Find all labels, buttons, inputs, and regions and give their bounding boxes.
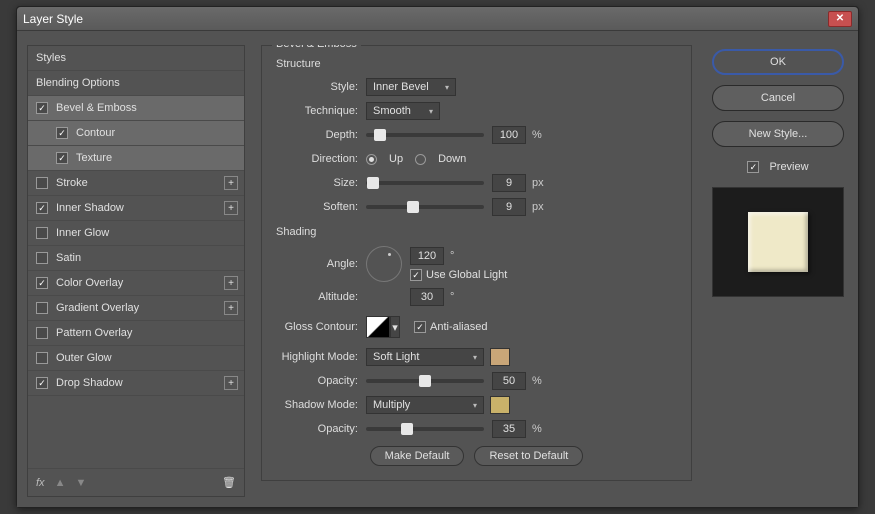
highlight-opacity-field[interactable]: 50 — [492, 372, 526, 390]
technique-label: Technique: — [272, 105, 366, 117]
angle-dial[interactable] — [366, 246, 402, 282]
chevron-down-icon[interactable]: ▾ — [390, 316, 400, 338]
soften-slider[interactable] — [366, 205, 484, 209]
checkbox-bevel[interactable] — [36, 102, 48, 114]
size-slider[interactable] — [366, 181, 484, 185]
preview-label: Preview — [769, 161, 808, 173]
styles-sidebar: Styles Blending Options Bevel & Emboss C… — [27, 45, 245, 497]
bevel-group: Bevel & Emboss Structure Style: Inner Be… — [261, 45, 692, 481]
checkbox-outer-glow[interactable] — [36, 352, 48, 364]
shadow-opacity-slider[interactable] — [366, 427, 484, 431]
sidebar-header-blending[interactable]: Blending Options — [28, 71, 244, 96]
checkbox-drop-shadow[interactable] — [36, 377, 48, 389]
dialog-body: Styles Blending Options Bevel & Emboss C… — [17, 31, 858, 507]
window-title: Layer Style — [23, 12, 828, 26]
preview-checkbox[interactable] — [747, 161, 759, 173]
soften-label: Soften: — [272, 201, 366, 213]
highlight-opacity-label: Opacity: — [272, 375, 366, 387]
sidebar-item-drop-shadow[interactable]: Drop Shadow+ — [28, 371, 244, 396]
sidebar-item-texture[interactable]: Texture — [28, 146, 244, 171]
checkbox-inner-glow[interactable] — [36, 227, 48, 239]
checkbox-satin[interactable] — [36, 252, 48, 264]
gloss-contour-swatch[interactable] — [366, 316, 390, 338]
group-title: Bevel & Emboss — [272, 45, 361, 50]
shadow-opacity-field[interactable]: 35 — [492, 420, 526, 438]
sidebar-item-stroke[interactable]: Stroke+ — [28, 171, 244, 196]
sidebar-footer: fx ▲ ▼ 🗑 — [28, 468, 244, 496]
altitude-field[interactable]: 30 — [410, 288, 444, 306]
chevron-down-icon: ▾ — [473, 401, 477, 410]
ok-button[interactable]: OK — [712, 49, 844, 75]
layer-style-dialog: Layer Style ✕ Styles Blending Options Be… — [16, 6, 859, 508]
chevron-down-icon: ▾ — [429, 107, 433, 116]
checkbox-color-overlay[interactable] — [36, 277, 48, 289]
checkbox-stroke[interactable] — [36, 177, 48, 189]
technique-select[interactable]: Smooth▾ — [366, 102, 440, 120]
arrow-down-icon[interactable]: ▼ — [75, 477, 86, 489]
preview-swatch — [748, 212, 808, 272]
antialiased-checkbox[interactable] — [414, 321, 426, 333]
reset-default-button[interactable]: Reset to Default — [474, 446, 583, 466]
depth-field[interactable]: 100 — [492, 126, 526, 144]
trash-icon[interactable]: 🗑 — [222, 476, 236, 489]
highlight-color-swatch[interactable] — [490, 348, 510, 366]
altitude-label: Altitude: — [272, 291, 366, 303]
direction-up-radio[interactable] — [366, 154, 377, 165]
sidebar-item-inner-glow[interactable]: Inner Glow — [28, 221, 244, 246]
shadow-mode-label: Shadow Mode: — [272, 399, 366, 411]
sidebar-item-satin[interactable]: Satin — [28, 246, 244, 271]
checkbox-texture[interactable] — [56, 152, 68, 164]
sidebar-item-gradient-overlay[interactable]: Gradient Overlay+ — [28, 296, 244, 321]
plus-icon[interactable]: + — [224, 301, 238, 315]
plus-icon[interactable]: + — [224, 276, 238, 290]
shadow-opacity-label: Opacity: — [272, 423, 366, 435]
sidebar-header-styles[interactable]: Styles — [28, 46, 244, 71]
fx-icon[interactable]: fx — [36, 477, 45, 489]
plus-icon[interactable]: + — [224, 176, 238, 190]
arrow-up-icon[interactable]: ▲ — [55, 477, 66, 489]
sidebar-item-contour[interactable]: Contour — [28, 121, 244, 146]
make-default-button[interactable]: Make Default — [370, 446, 465, 466]
style-select[interactable]: Inner Bevel▾ — [366, 78, 456, 96]
close-button[interactable]: ✕ — [828, 11, 852, 27]
soften-field[interactable]: 9 — [492, 198, 526, 216]
sidebar-item-outer-glow[interactable]: Outer Glow — [28, 346, 244, 371]
style-label: Style: — [272, 81, 366, 93]
direction-label: Direction: — [272, 153, 366, 165]
preview-box — [712, 187, 844, 297]
settings-panel: Bevel & Emboss Structure Style: Inner Be… — [255, 45, 698, 497]
chevron-down-icon: ▾ — [473, 353, 477, 362]
highlight-opacity-slider[interactable] — [366, 379, 484, 383]
sidebar-item-bevel-emboss[interactable]: Bevel & Emboss — [28, 96, 244, 121]
shadow-mode-select[interactable]: Multiply▾ — [366, 396, 484, 414]
plus-icon[interactable]: + — [224, 201, 238, 215]
checkbox-contour[interactable] — [56, 127, 68, 139]
angle-field[interactable]: 120 — [410, 247, 444, 265]
highlight-mode-label: Highlight Mode: — [272, 351, 366, 363]
highlight-mode-select[interactable]: Soft Light▾ — [366, 348, 484, 366]
size-label: Size: — [272, 177, 366, 189]
right-panel: OK Cancel New Style... Preview — [708, 45, 848, 497]
size-field[interactable]: 9 — [492, 174, 526, 192]
sidebar-item-color-overlay[interactable]: Color Overlay+ — [28, 271, 244, 296]
gloss-label: Gloss Contour: — [272, 321, 366, 333]
depth-slider[interactable] — [366, 133, 484, 137]
shading-subhead: Shading — [276, 226, 681, 238]
chevron-down-icon: ▾ — [445, 83, 449, 92]
titlebar[interactable]: Layer Style ✕ — [17, 7, 858, 31]
new-style-button[interactable]: New Style... — [712, 121, 844, 147]
structure-subhead: Structure — [276, 58, 681, 70]
cancel-button[interactable]: Cancel — [712, 85, 844, 111]
shadow-color-swatch[interactable] — [490, 396, 510, 414]
direction-down-radio[interactable] — [415, 154, 426, 165]
angle-label: Angle: — [272, 258, 366, 270]
checkbox-inner-shadow[interactable] — [36, 202, 48, 214]
checkbox-gradient-overlay[interactable] — [36, 302, 48, 314]
sidebar-item-pattern-overlay[interactable]: Pattern Overlay — [28, 321, 244, 346]
sidebar-item-inner-shadow[interactable]: Inner Shadow+ — [28, 196, 244, 221]
depth-label: Depth: — [272, 129, 366, 141]
checkbox-pattern-overlay[interactable] — [36, 327, 48, 339]
plus-icon[interactable]: + — [224, 376, 238, 390]
global-light-checkbox[interactable] — [410, 269, 422, 281]
